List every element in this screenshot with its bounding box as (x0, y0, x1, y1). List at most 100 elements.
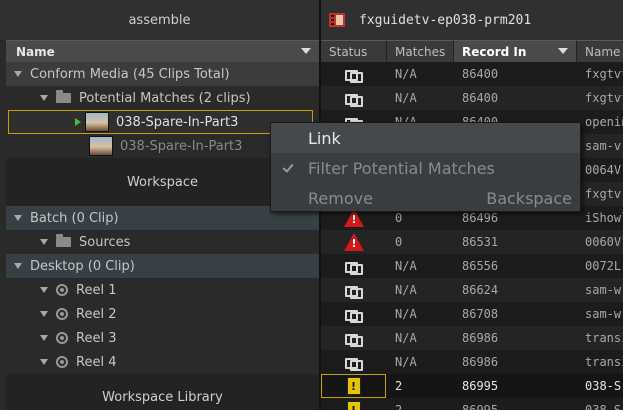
link-icon (344, 309, 363, 323)
name-cell: 038-S (585, 403, 622, 410)
record-in-cell: 86400 (462, 67, 499, 81)
menu-item-remove[interactable]: Remove Backspace (271, 183, 580, 213)
expand-triangle-icon[interactable] (40, 335, 48, 341)
table-row[interactable]: N/A 86400 fxgtvth (321, 86, 623, 110)
sequence-title: fxguidetv-ep038-prm201 (359, 12, 532, 28)
matches-cell: N/A (395, 283, 417, 297)
tree-item-label: Potential Matches (2 clips) (79, 90, 251, 106)
chevron-down-icon[interactable] (558, 48, 568, 54)
expand-triangle-icon[interactable] (14, 71, 22, 77)
status-cell[interactable] (321, 254, 386, 278)
status-cell[interactable] (321, 62, 386, 86)
name-cell: 0072L (585, 259, 622, 273)
link-icon (344, 285, 363, 299)
reel-icon (56, 356, 68, 368)
chevron-down-icon[interactable] (301, 48, 311, 54)
matches-cell: N/A (395, 259, 417, 273)
folder-icon (56, 90, 71, 103)
table-row[interactable]: N/A 86556 0072L (321, 254, 623, 278)
record-in-cell: 86708 (462, 307, 499, 321)
matches-cell: 2 (395, 403, 403, 410)
column-header-status[interactable]: Status (321, 40, 387, 62)
clip-thumbnail (89, 136, 113, 156)
menu-item-link[interactable]: Link (271, 123, 580, 153)
column-header-matches[interactable]: Matches (387, 40, 454, 62)
link-icon (344, 261, 363, 275)
table-row[interactable]: ! 2 86995 038-S (321, 398, 623, 410)
table-row[interactable]: N/A 86400 fxgtvth (321, 62, 623, 86)
tree-item-sources[interactable]: Sources (6, 230, 319, 254)
table-row[interactable]: ! 2 86995 038-S (321, 374, 623, 398)
status-cell[interactable] (321, 302, 386, 326)
status-cell[interactable]: ! (321, 374, 386, 398)
link-icon (344, 333, 363, 347)
reel-icon (56, 332, 68, 344)
menu-item-label: Link (308, 128, 341, 148)
expand-triangle-icon[interactable] (40, 239, 48, 245)
table-row[interactable]: N/A 86986 transit (321, 350, 623, 374)
menu-item-shortcut: Backspace (486, 188, 572, 208)
name-cell: transit (585, 331, 623, 345)
checkmark-icon (282, 161, 294, 173)
name-cell: 038-S (585, 379, 622, 393)
expand-triangle-icon[interactable] (40, 287, 48, 293)
reel-icon (56, 308, 68, 320)
potential-match-icon: ! (346, 401, 361, 410)
panel-title: assemble (0, 0, 319, 40)
status-cell[interactable] (321, 86, 386, 110)
status-cell[interactable] (321, 326, 386, 350)
table-row[interactable]: ! 0 86531 0060V (321, 230, 623, 254)
column-header-record-in[interactable]: Record In (454, 40, 577, 62)
tree-item-reel[interactable]: Reel 4 (6, 350, 319, 374)
expand-triangle-icon[interactable] (40, 311, 48, 317)
column-label: Status (329, 44, 368, 59)
tree-item-label: Batch (0 Clip) (30, 210, 119, 226)
record-in-cell: 86556 (462, 259, 499, 273)
name-cell: sam-w (585, 307, 622, 321)
status-cell[interactable]: ! (321, 230, 386, 254)
menu-item-label: Remove (308, 188, 373, 208)
matches-cell: N/A (395, 331, 417, 345)
column-label: Record In (462, 44, 527, 59)
link-icon (344, 357, 363, 371)
menu-item-filter-potential-matches[interactable]: Filter Potential Matches (271, 153, 580, 183)
status-cell[interactable] (321, 350, 386, 374)
tree-item-desktop[interactable]: Desktop (0 Clip) (6, 254, 319, 278)
tree-item-label: Sources (79, 234, 131, 250)
expand-triangle-icon[interactable] (40, 359, 48, 365)
workspace-library-header: Workspace Library (6, 374, 319, 410)
tree-item-conform-media[interactable]: Conform Media (45 Clips Total) (6, 62, 319, 86)
name-cell: openin (585, 115, 623, 129)
tree-item-potential-matches[interactable]: Potential Matches (2 clips) (6, 86, 319, 110)
tree-item-label: Reel 4 (76, 354, 117, 370)
tree-item-label: Conform Media (45 Clips Total) (30, 66, 230, 82)
folder-icon (56, 234, 71, 247)
tree-item-label: Reel 1 (76, 282, 117, 298)
workspace-label: Workspace (126, 174, 199, 190)
menu-item-label: Filter Potential Matches (308, 158, 495, 178)
table-row[interactable]: N/A 86986 transit (321, 326, 623, 350)
reel-icon (56, 284, 68, 296)
matches-cell: N/A (395, 91, 417, 105)
name-cell: fxgtvth (585, 91, 623, 105)
clip-item-selected[interactable]: 038-Spare-In-Part3 (8, 110, 313, 134)
expand-triangle-icon[interactable] (14, 263, 22, 269)
table-row[interactable]: N/A 86624 sam-w (321, 278, 623, 302)
tree-item-reel[interactable]: Reel 2 (6, 302, 319, 326)
name-cell: sam-v (585, 139, 622, 153)
tree-item-reel[interactable]: Reel 3 (6, 326, 319, 350)
name-cell: iShowl (585, 211, 623, 225)
expand-triangle-icon[interactable] (40, 95, 48, 101)
column-header-name[interactable]: Name (577, 40, 623, 62)
matches-cell: 0 (395, 235, 403, 249)
status-cell[interactable] (321, 278, 386, 302)
name-column-header[interactable]: Name (6, 40, 319, 62)
expand-triangle-icon[interactable] (14, 215, 22, 221)
record-in-cell: 86995 (462, 403, 499, 410)
column-label: Matches (395, 44, 446, 59)
name-column-label: Name (16, 44, 55, 59)
table-row[interactable]: N/A 86708 sam-w (321, 302, 623, 326)
tree-item-label: Reel 3 (76, 330, 117, 346)
tree-item-reel[interactable]: Reel 1 (6, 278, 319, 302)
status-cell[interactable]: ! (321, 398, 386, 410)
